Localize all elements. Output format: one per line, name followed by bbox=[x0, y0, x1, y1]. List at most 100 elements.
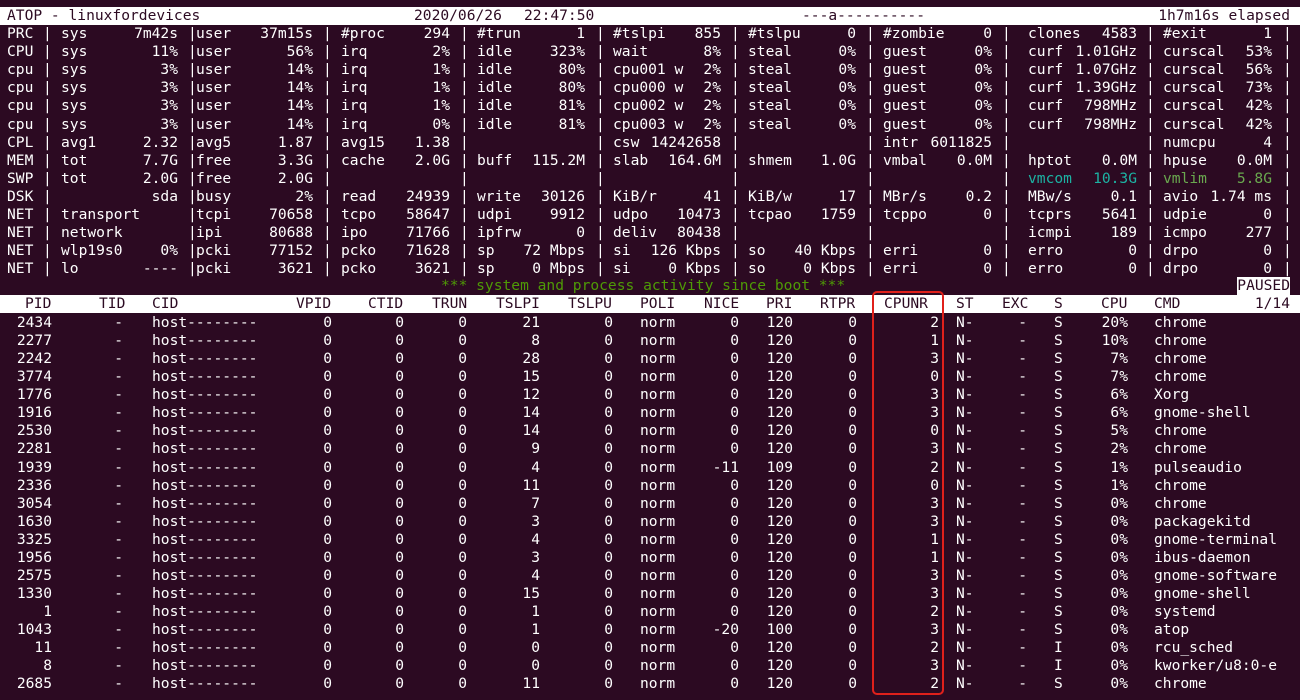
cell-pri: 100 bbox=[766, 621, 793, 639]
cell-pri: 120 bbox=[766, 512, 793, 530]
cell-exc: - bbox=[1018, 404, 1027, 422]
cell-cpu: 10% bbox=[1101, 332, 1128, 350]
cell-nice: 0 bbox=[730, 639, 739, 657]
cell-poli: norm bbox=[640, 675, 676, 693]
stat-value: 798MHz bbox=[1084, 97, 1137, 115]
cell-rtpr: 0 bbox=[848, 422, 857, 440]
column-separator: | bbox=[596, 151, 605, 169]
stat-value: 80% bbox=[558, 79, 585, 97]
cell-exc: - bbox=[1018, 639, 1027, 657]
stat-key: user bbox=[196, 61, 232, 79]
process-row[interactable]: 2685- host-------- 0 0 0 11 0 norm 0 120 0 2 N- - S 0% c… bbox=[0, 675, 1300, 693]
column-separator: | bbox=[1002, 79, 1011, 97]
cell-s: S bbox=[1054, 422, 1063, 440]
stat-key: ipo bbox=[341, 224, 368, 242]
stat-value: 277 bbox=[1245, 224, 1272, 242]
stat-key: tot bbox=[61, 151, 88, 169]
column-header-rtpr[interactable]: RTPR bbox=[820, 295, 855, 313]
column-separator: | bbox=[731, 133, 740, 151]
column-header-pri[interactable]: PRI bbox=[766, 295, 792, 313]
column-header-tslpu[interactable]: TSLPU bbox=[568, 295, 612, 313]
column-header-vpid[interactable]: VPID bbox=[296, 295, 331, 313]
system-row-label: NET bbox=[7, 206, 34, 223]
process-row[interactable]: 1939- host-------- 0 0 0 4 0 norm -11 109 0 2 N- - S 1%… bbox=[0, 459, 1300, 477]
column-header-exc[interactable]: EXC bbox=[1002, 295, 1028, 313]
cell-nice: 0 bbox=[730, 675, 739, 693]
column-separator: | bbox=[731, 260, 740, 278]
process-row[interactable]: 1956- host-------- 0 0 0 3 0 norm 0 120 0 1 N- - S 0% ib… bbox=[0, 549, 1300, 567]
column-header-trun[interactable]: TRUN bbox=[432, 295, 467, 313]
stat-value: 0% bbox=[974, 97, 992, 115]
process-row[interactable]: 1630- host-------- 0 0 0 3 0 norm 0 120 0 3 N- - S 0% pa… bbox=[0, 513, 1300, 531]
cell-tslpu: 0 bbox=[604, 512, 613, 530]
process-row[interactable]: 1043- host-------- 0 0 0 1 0 norm -20 100 0 3 N- - S 0%… bbox=[0, 621, 1300, 639]
cell-s: S bbox=[1054, 621, 1063, 639]
cell-tslpi: 3 bbox=[531, 512, 540, 530]
column-separator: | bbox=[1146, 25, 1155, 42]
column-separator: | bbox=[866, 260, 875, 278]
cell-s: I bbox=[1054, 639, 1063, 657]
stat-value: 5.8G bbox=[1236, 169, 1272, 187]
process-row[interactable]: 3325- host-------- 0 0 0 4 0 norm 0 120 0 1 N- - S 0% gn… bbox=[0, 531, 1300, 549]
column-header-s[interactable]: S bbox=[1054, 295, 1063, 313]
stat-key: avg15 bbox=[341, 133, 385, 151]
column-header-ctid[interactable]: CTID bbox=[368, 295, 403, 313]
process-row[interactable]: 2530- host-------- 0 0 0 14 0 norm 0 120 0 0 N- - S 5% c… bbox=[0, 422, 1300, 440]
column-separator: | bbox=[460, 151, 469, 169]
process-row[interactable]: 2281- host-------- 0 0 0 9 0 norm 0 120 0 3 N- - S 2% ch… bbox=[0, 440, 1300, 458]
cell-tslpu: 0 bbox=[604, 548, 613, 566]
process-row[interactable]: 1- host-------- 0 0 0 1 0 norm 0 120 0 2 N- - S 0% syste… bbox=[0, 603, 1300, 621]
cell-st: N- bbox=[956, 314, 974, 331]
stat-key: #exit bbox=[1163, 25, 1207, 42]
column-header-st[interactable]: ST bbox=[956, 295, 974, 313]
stat-key: wlp19s0 bbox=[61, 242, 123, 260]
system-row-mem: MEM | tot 7.7G | free 3.3G | cache 2.0G | buff 115.2… bbox=[0, 152, 1300, 170]
column-header-pid[interactable]: PID bbox=[25, 295, 51, 313]
column-header-tslpi[interactable]: TSLPI bbox=[496, 295, 540, 313]
process-row[interactable]: 11- host-------- 0 0 0 0 0 norm 0 120 0 2 N- - I 0% rcu_… bbox=[0, 639, 1300, 657]
process-row[interactable]: 2242- host-------- 0 0 0 28 0 norm 0 120 0 3 N- - S 7% c… bbox=[0, 350, 1300, 368]
cell-pri: 120 bbox=[766, 603, 793, 621]
process-row[interactable]: 2336- host-------- 0 0 0 11 0 norm 0 120 0 0 N- - S 1% c… bbox=[0, 477, 1300, 495]
process-row[interactable]: 1916- host-------- 0 0 0 14 0 norm 0 120 0 3 N- - S 6% g… bbox=[0, 404, 1300, 422]
process-row[interactable]: 3054- host-------- 0 0 0 7 0 norm 0 120 0 3 N- - S 0% ch… bbox=[0, 495, 1300, 513]
cell-rtpr: 0 bbox=[848, 675, 857, 693]
cell-cpu: 0% bbox=[1110, 675, 1128, 693]
cell-cpu: 0% bbox=[1110, 639, 1128, 657]
process-row[interactable]: 1330- host-------- 0 0 0 15 0 norm 0 120 0 3 N- - S 0% g… bbox=[0, 585, 1300, 603]
column-separator: | bbox=[460, 260, 469, 278]
cell-cmd: atop bbox=[1154, 621, 1190, 639]
stat-value: 3% bbox=[160, 115, 178, 133]
column-header-nice[interactable]: NICE bbox=[704, 295, 739, 313]
cell-cid: host-------- bbox=[152, 639, 258, 657]
stat-value: 0% bbox=[432, 115, 450, 133]
cell-cpu: 5% bbox=[1110, 422, 1128, 440]
process-row[interactable]: 2434- host-------- 0 0 0 21 0 norm 0 120 0 2 N- - S 20%… bbox=[0, 314, 1300, 332]
column-header-poli[interactable]: POLI bbox=[640, 295, 675, 313]
column-separator: | bbox=[43, 133, 52, 151]
column-separator: | bbox=[460, 187, 469, 205]
column-separator: | bbox=[323, 133, 332, 151]
stat-value: 0.2 bbox=[965, 187, 992, 205]
stat-key: steal bbox=[748, 61, 792, 79]
header-title: ATOP - linuxfordevices bbox=[7, 7, 201, 24]
cell-tid: - bbox=[114, 548, 123, 566]
cell-tslpi: 3 bbox=[531, 548, 540, 566]
column-header-cpu[interactable]: CPU bbox=[1101, 295, 1127, 313]
stat-key: erro bbox=[1028, 260, 1064, 278]
column-header-cid[interactable]: CID bbox=[152, 295, 178, 313]
column-separator: | bbox=[1146, 115, 1155, 133]
cell-poli: norm bbox=[640, 476, 676, 494]
process-row[interactable]: 2575- host-------- 0 0 0 4 0 norm 0 120 0 3 N- - S 0% gn… bbox=[0, 567, 1300, 585]
process-row[interactable]: 2277- host-------- 0 0 0 8 0 norm 0 120 0 1 N- - S 10% c… bbox=[0, 332, 1300, 350]
process-row[interactable]: 3774- host-------- 0 0 0 15 0 norm 0 120 0 0 N- - S 7% c… bbox=[0, 368, 1300, 386]
stat-key: curscal bbox=[1163, 43, 1225, 61]
column-header-tid[interactable]: TID bbox=[99, 295, 125, 313]
cell-cmd: ibus-daemon bbox=[1154, 548, 1251, 566]
column-separator: | bbox=[1146, 242, 1155, 260]
process-row[interactable]: 8- host-------- 0 0 0 0 0 norm 0 120 0 3 N- - I 0% kwork… bbox=[0, 657, 1300, 675]
process-row[interactable]: 1776- host-------- 0 0 0 12 0 norm 0 120 0 3 N- - S 6% X… bbox=[0, 386, 1300, 404]
cell-st: N- bbox=[956, 332, 974, 350]
column-header-cmd[interactable]: CMD bbox=[1154, 295, 1180, 313]
cell-nice: 0 bbox=[730, 314, 739, 331]
